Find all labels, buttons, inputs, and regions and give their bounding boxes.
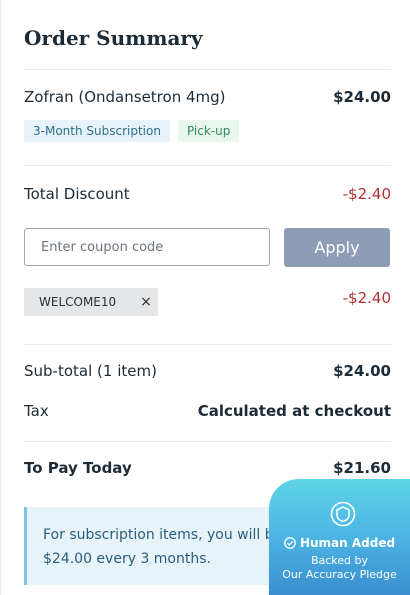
tax-value: Calculated at checkout [197, 402, 391, 420]
subtotal-row: Sub-total (1 item) $24.00 [24, 362, 391, 380]
tag-pickup: Pick-up [177, 120, 240, 142]
badge-subtitle: Backed by Our Accuracy Pledge [269, 554, 410, 582]
badge-line-1: Backed by [310, 554, 369, 567]
pay-today-label: To Pay Today [24, 459, 132, 477]
accuracy-pledge-badge[interactable]: Human Added Backed by Our Accuracy Pledg… [269, 479, 410, 595]
item-row: Zofran (Ondansetron 4mg) $24.00 [24, 88, 391, 106]
panel-border [0, 0, 1, 595]
badge-line-2: Our Accuracy Pledge [282, 568, 397, 581]
coupon-discount-row: -$2.40 [300, 289, 391, 307]
badge-title: Human Added [299, 536, 396, 550]
item-price: $24.00 [333, 88, 391, 106]
subtotal-value: $24.00 [333, 362, 391, 380]
divider [24, 441, 391, 442]
check-circle-icon [284, 537, 296, 549]
shield-icon [330, 501, 356, 527]
remove-coupon-icon[interactable]: × [138, 288, 154, 316]
order-summary-title: Order Summary [24, 26, 203, 50]
coupon-code: WELCOME10 [39, 295, 117, 309]
discount-label: Total Discount [24, 185, 130, 203]
subtotal-label: Sub-total (1 item) [24, 362, 157, 380]
badge-title-row: Human Added [269, 536, 410, 550]
divider [24, 165, 391, 166]
discount-row: Total Discount -$2.40 [24, 185, 391, 203]
apply-button[interactable]: Apply [284, 228, 390, 267]
item-name: Zofran (Ondansetron 4mg) [24, 88, 226, 106]
item-tags: 3-Month Subscription Pick-up [24, 120, 240, 142]
tax-label: Tax [24, 402, 49, 420]
tag-subscription: 3-Month Subscription [24, 120, 170, 142]
order-summary-panel: Order Summary Zofran (Ondansetron 4mg) $… [0, 0, 410, 595]
coupon-input[interactable] [24, 228, 270, 266]
coupon-chip: WELCOME10 × [24, 288, 158, 316]
discount-value: -$2.40 [342, 185, 391, 203]
tax-row: Tax Calculated at checkout [24, 402, 391, 420]
pay-today-value: $21.60 [333, 459, 391, 477]
pay-today-row: To Pay Today $21.60 [24, 459, 391, 477]
divider [24, 69, 391, 70]
divider [24, 344, 391, 345]
coupon-discount-value: -$2.40 [342, 289, 391, 307]
